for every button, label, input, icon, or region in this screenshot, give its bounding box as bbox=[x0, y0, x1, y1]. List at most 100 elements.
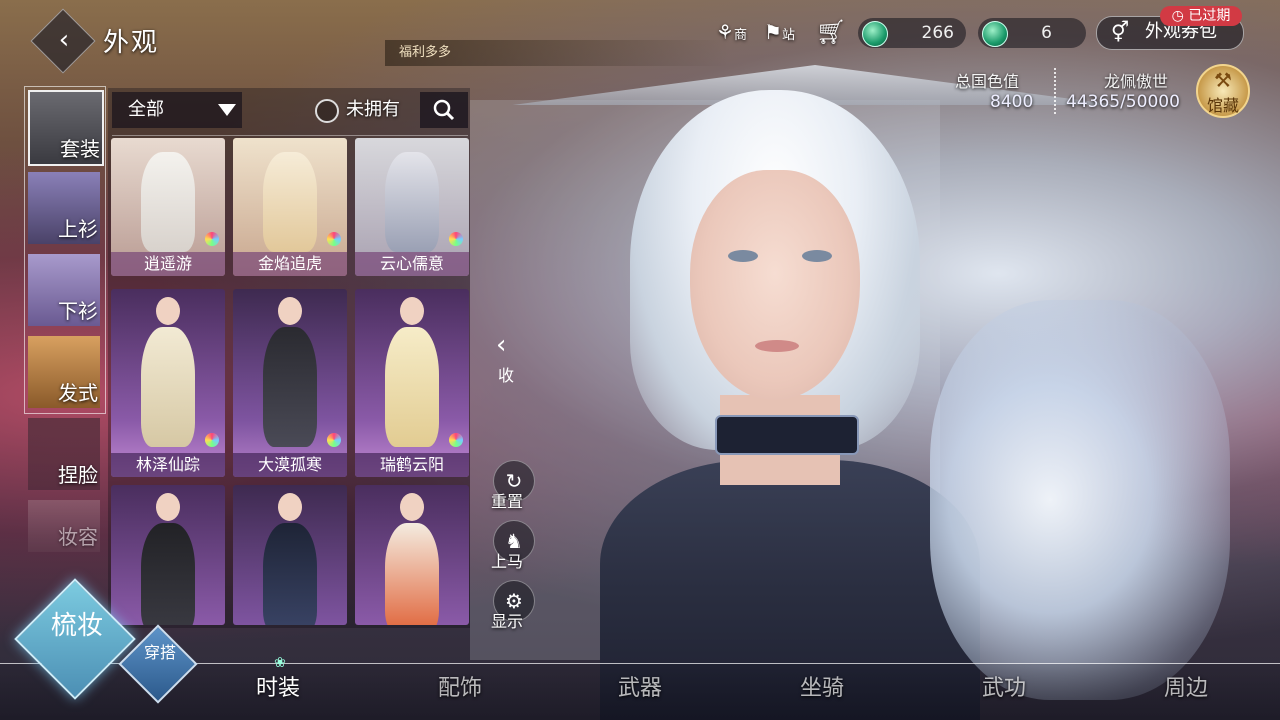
station-button[interactable]: ⚑站 bbox=[764, 16, 795, 48]
outfit-figure bbox=[385, 152, 439, 252]
character-lips bbox=[755, 340, 799, 352]
shop-button[interactable]: ⚘商 bbox=[716, 16, 747, 48]
rainbow-gem-icon bbox=[327, 232, 341, 246]
page-title: 外观 bbox=[103, 28, 160, 58]
outfit-name: 逍遥游 bbox=[111, 252, 225, 276]
category-suit[interactable]: 套装 bbox=[28, 90, 104, 166]
outfit-name: 金焰追虎 bbox=[233, 252, 347, 276]
outfit-head bbox=[156, 493, 180, 521]
promo-ticker: 福利多多 bbox=[385, 40, 729, 66]
museum-label: 馆藏 bbox=[1206, 96, 1239, 115]
tab-mounts[interactable]: 坐骑 bbox=[800, 670, 844, 702]
mount-label: 上马 bbox=[491, 552, 524, 571]
tab-fashion[interactable]: 时装 bbox=[256, 670, 300, 702]
outfit-card[interactable] bbox=[111, 485, 225, 625]
museum-icon: ⚒ bbox=[1214, 68, 1232, 92]
search-icon bbox=[433, 99, 455, 121]
character-collar bbox=[715, 415, 859, 455]
outfit-head bbox=[278, 297, 302, 325]
expired-text: 已过期 bbox=[1188, 8, 1231, 24]
collapse-label: 收 bbox=[498, 366, 515, 385]
groom-mode-label: 梳妆 bbox=[50, 611, 103, 641]
outfit-card[interactable]: 大漠孤寒 bbox=[233, 289, 347, 477]
outfit-figure bbox=[263, 152, 317, 252]
character-eye bbox=[728, 250, 758, 262]
cart-icon[interactable]: 🛒︎ bbox=[816, 16, 846, 48]
outfit-card[interactable] bbox=[355, 485, 469, 625]
outfit-figure bbox=[141, 523, 195, 625]
category-makeup[interactable]: 妆容 bbox=[28, 500, 100, 552]
shop-label: 商 bbox=[733, 28, 747, 43]
not-owned-radio[interactable] bbox=[315, 99, 339, 123]
outfit-card[interactable]: 云心儒意 bbox=[355, 138, 469, 276]
ticket-coin-icon bbox=[982, 21, 1008, 47]
rainbow-gem-icon bbox=[205, 232, 219, 246]
character-face bbox=[690, 170, 860, 400]
category-label: 妆容 bbox=[58, 525, 98, 549]
museum-button[interactable]: ⚒ 馆藏 bbox=[1196, 64, 1250, 118]
back-arrow-icon: ‹ bbox=[58, 25, 70, 55]
character-eye bbox=[802, 250, 832, 262]
expired-badge: ◷ 已过期 bbox=[1160, 6, 1242, 26]
collapse-arrow-icon[interactable]: ‹ bbox=[496, 330, 506, 360]
outfit-figure bbox=[263, 523, 317, 625]
rainbow-gem-icon bbox=[205, 433, 219, 447]
jade-coin-icon bbox=[862, 21, 888, 47]
tab-weapons[interactable]: 武器 bbox=[618, 670, 662, 702]
outfit-card[interactable] bbox=[233, 485, 347, 625]
outfit-card[interactable]: 金焰追虎 bbox=[233, 138, 347, 276]
jade-currency[interactable]: 266 bbox=[858, 18, 966, 48]
outfit-figure bbox=[385, 523, 439, 625]
ticket-amount: 6 bbox=[1041, 23, 1052, 43]
outfit-head bbox=[400, 297, 424, 325]
outfit-name: 大漠孤寒 bbox=[233, 453, 347, 477]
category-hairstyle[interactable]: 发式 bbox=[28, 336, 100, 408]
rainbow-gem-icon bbox=[449, 433, 463, 447]
category-label: 上衫 bbox=[58, 217, 98, 241]
tab-martial-arts[interactable]: 武功 bbox=[982, 670, 1026, 702]
tab-merchandise[interactable]: 周边 bbox=[1164, 670, 1208, 702]
beauty-score-label: 总国色值 bbox=[955, 72, 1020, 91]
panel-divider bbox=[112, 135, 468, 136]
not-owned-label: 未拥有 bbox=[346, 99, 400, 120]
chevron-down-icon bbox=[218, 104, 236, 116]
outfit-mode-label: 穿搭 bbox=[143, 643, 176, 662]
outfit-name: 林泽仙踪 bbox=[111, 453, 225, 477]
category-bottom[interactable]: 下衫 bbox=[28, 254, 100, 326]
outfit-figure bbox=[141, 327, 195, 447]
category-top[interactable]: 上衫 bbox=[28, 172, 100, 244]
outfit-figure bbox=[263, 327, 317, 447]
voucher-icon: ⚥ bbox=[1110, 20, 1130, 44]
category-face[interactable]: 捏脸 bbox=[28, 418, 100, 490]
outfit-head bbox=[278, 493, 302, 521]
rainbow-gem-icon bbox=[449, 232, 463, 246]
tab-accessories[interactable]: 配饰 bbox=[438, 670, 482, 702]
outfit-card[interactable]: 逍遥游 bbox=[111, 138, 225, 276]
outfit-name: 瑞鹤云阳 bbox=[355, 453, 469, 477]
category-label: 发式 bbox=[58, 381, 98, 405]
player-title-label: 龙佩傲世 bbox=[1104, 72, 1169, 91]
outfit-card[interactable]: 林泽仙踪 bbox=[111, 289, 225, 477]
display-label: 显示 bbox=[491, 612, 524, 631]
collection-progress: 44365/50000 bbox=[1066, 92, 1180, 112]
reset-label: 重置 bbox=[491, 492, 524, 511]
outfit-figure bbox=[141, 152, 195, 252]
outfit-figure bbox=[385, 327, 439, 447]
category-dropdown-value: 全部 bbox=[128, 99, 164, 120]
active-tab-marker-icon: ❀ bbox=[274, 655, 286, 671]
outfit-head bbox=[400, 493, 424, 521]
outfit-head bbox=[156, 297, 180, 325]
category-label: 捏脸 bbox=[58, 463, 98, 487]
character-ice-armor bbox=[930, 300, 1230, 700]
jade-amount: 266 bbox=[921, 23, 954, 43]
category-label: 套装 bbox=[60, 137, 100, 161]
rainbow-gem-icon bbox=[327, 433, 341, 447]
ticket-currency[interactable]: 6 bbox=[978, 18, 1086, 48]
search-button[interactable] bbox=[420, 92, 468, 128]
stat-divider bbox=[1054, 68, 1058, 114]
beauty-score-value: 8400 bbox=[990, 92, 1034, 112]
outfit-card[interactable]: 瑞鹤云阳 bbox=[355, 289, 469, 477]
outfit-name: 云心儒意 bbox=[355, 252, 469, 276]
category-label: 下衫 bbox=[58, 299, 98, 323]
station-label: 站 bbox=[781, 28, 795, 43]
